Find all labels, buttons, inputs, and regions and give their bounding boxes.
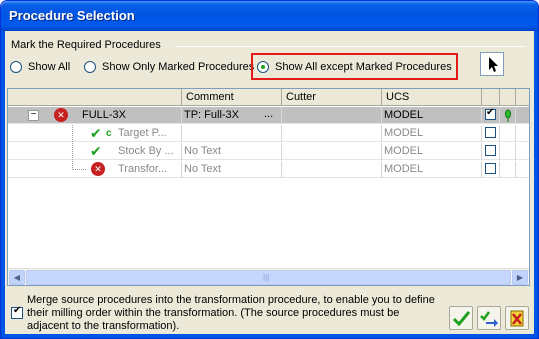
procedure-comment: No Text bbox=[182, 161, 282, 178]
procedure-cutter bbox=[282, 107, 382, 124]
horizontal-scrollbar[interactable]: ◀ ||| ▶ bbox=[8, 268, 529, 285]
mark-checkbox[interactable] bbox=[485, 107, 496, 120]
procedure-cutter bbox=[282, 143, 382, 160]
mark-cell bbox=[482, 107, 500, 124]
header-cutter[interactable]: Cutter bbox=[282, 89, 382, 106]
ok-button[interactable] bbox=[449, 306, 473, 330]
error-icon: ✕ bbox=[91, 162, 105, 176]
header-pin[interactable] bbox=[500, 89, 516, 106]
procedure-name: Target P... bbox=[116, 125, 182, 142]
radio-show-all[interactable]: Show All bbox=[10, 59, 70, 75]
header-check[interactable] bbox=[482, 89, 500, 106]
mark-checkbox[interactable] bbox=[485, 145, 496, 156]
group-divider bbox=[175, 46, 525, 47]
check-icon: ✔ bbox=[90, 125, 102, 141]
mark-cell bbox=[482, 125, 500, 142]
pin-cell bbox=[500, 161, 516, 178]
table-row[interactable]: ✕ Transfor... No Text MODEL bbox=[8, 161, 529, 178]
check-icon: ✔ bbox=[90, 143, 102, 159]
procedure-comment bbox=[182, 125, 282, 142]
procedure-grid: Comment Cutter UCS − ✕ FULL-3X TP: Full-… bbox=[7, 88, 530, 286]
procedure-ucs: MODEL bbox=[382, 125, 482, 142]
procedure-comment: No Text bbox=[182, 143, 282, 160]
window-frame-bottom bbox=[1, 334, 538, 338]
radio-label: Show All bbox=[28, 61, 71, 73]
header-name-column[interactable] bbox=[8, 89, 182, 106]
header-comment[interactable]: Comment bbox=[182, 89, 282, 106]
cursor-arrow-icon bbox=[489, 57, 498, 72]
collapse-toggle[interactable]: − bbox=[28, 110, 39, 121]
cancel-button[interactable] bbox=[505, 306, 529, 330]
tree-line bbox=[72, 125, 73, 142]
mark-cell bbox=[482, 143, 500, 160]
scroll-right-button[interactable]: ▶ bbox=[512, 270, 528, 285]
group-label: Mark the Required Procedures bbox=[11, 39, 161, 51]
table-row[interactable]: ✔ Stock By ... No Text MODEL bbox=[8, 143, 529, 160]
pin-cell bbox=[500, 107, 516, 124]
window-title: Procedure Selection bbox=[9, 8, 135, 23]
merge-description: Merge source procedures into the transfo… bbox=[27, 294, 435, 332]
procedure-name: Transfor... bbox=[116, 161, 182, 178]
tree-line bbox=[72, 169, 86, 170]
procedure-selection-window: Procedure Selection Mark the Required Pr… bbox=[0, 0, 539, 339]
comment-more[interactable]: ... bbox=[264, 108, 273, 120]
tree-line bbox=[72, 143, 73, 160]
radio-show-only-marked[interactable]: Show Only Marked Procedures bbox=[84, 59, 254, 75]
procedure-name: Stock By ... bbox=[116, 143, 182, 160]
mark-checkbox[interactable] bbox=[485, 163, 496, 174]
apply-arrow-icon bbox=[480, 311, 498, 327]
procedure-ucs: MODEL bbox=[382, 143, 482, 160]
merge-checkbox[interactable] bbox=[11, 305, 23, 319]
table-row[interactable]: − ✕ FULL-3X TP: Full-3X ... MODEL bbox=[8, 107, 529, 124]
radio-dot[interactable] bbox=[10, 61, 22, 73]
pin-cell bbox=[500, 125, 516, 142]
scroll-grip: ||| bbox=[263, 273, 270, 282]
cancel-icon bbox=[510, 310, 524, 327]
apply-button[interactable] bbox=[477, 306, 501, 330]
table-row[interactable]: ✔ c Target P... MODEL bbox=[8, 125, 529, 142]
procedure-comment: TP: Full-3X ... bbox=[182, 107, 282, 124]
title-bar: Procedure Selection bbox=[1, 1, 538, 31]
procedure-ucs: MODEL bbox=[382, 161, 482, 178]
pin-cell bbox=[500, 143, 516, 160]
pointer-button[interactable] bbox=[480, 52, 504, 76]
mark-checkbox[interactable] bbox=[485, 127, 496, 138]
scroll-left-button[interactable]: ◀ bbox=[9, 270, 25, 285]
check-icon bbox=[452, 311, 471, 327]
status-extra: c bbox=[106, 128, 112, 139]
window-frame-right bbox=[534, 31, 538, 338]
pin-icon[interactable] bbox=[502, 108, 514, 122]
mark-cell bbox=[482, 161, 500, 178]
header-ucs[interactable]: UCS bbox=[382, 89, 482, 106]
radio-label: Show All except Marked Procedures bbox=[275, 61, 452, 73]
radio-dot-selected[interactable] bbox=[257, 61, 269, 73]
procedure-name: FULL-3X bbox=[80, 107, 182, 124]
comment-text: TP: Full-3X bbox=[184, 109, 240, 121]
procedure-ucs: MODEL bbox=[382, 107, 482, 124]
radio-label: Show Only Marked Procedures bbox=[102, 61, 255, 73]
procedure-cutter bbox=[282, 161, 382, 178]
radio-show-all-except-marked[interactable]: Show All except Marked Procedures bbox=[257, 59, 452, 75]
procedure-cutter bbox=[282, 125, 382, 142]
error-icon: ✕ bbox=[54, 108, 68, 122]
grid-header: Comment Cutter UCS bbox=[8, 89, 529, 106]
radio-dot[interactable] bbox=[84, 61, 96, 73]
